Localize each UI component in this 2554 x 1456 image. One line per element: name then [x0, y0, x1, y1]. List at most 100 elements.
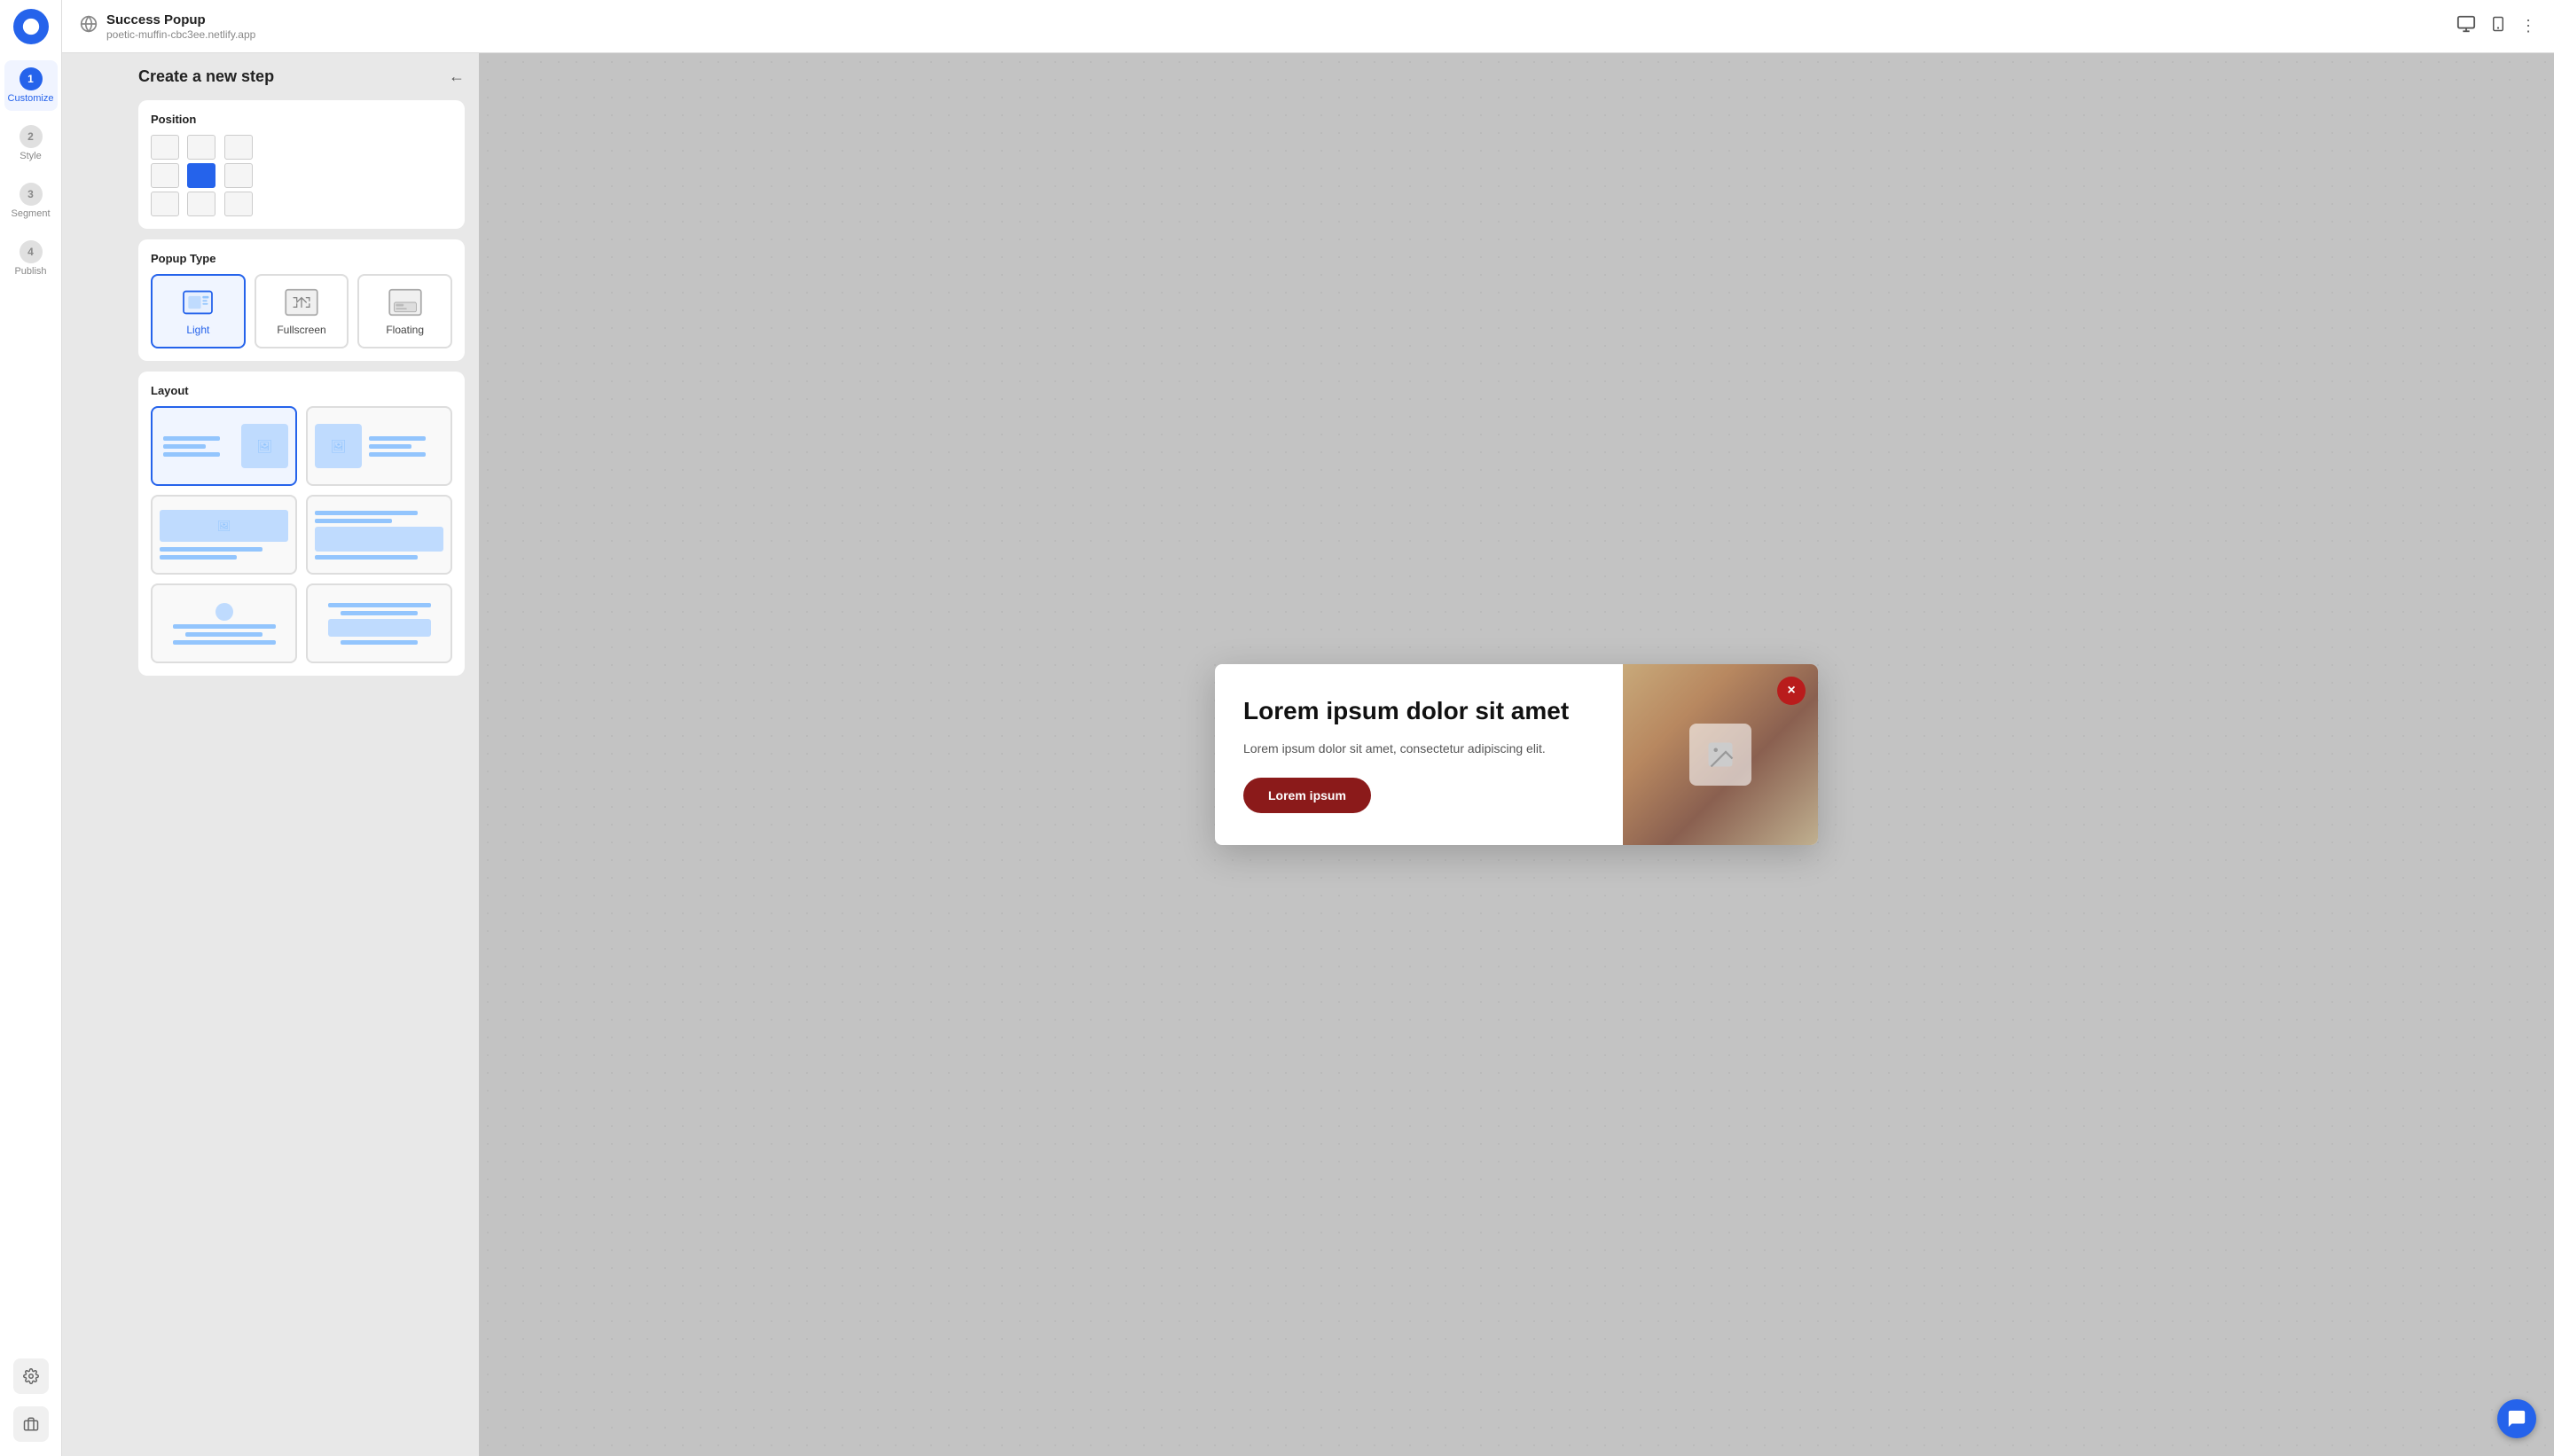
popup-body: Lorem ipsum dolor sit amet, consectetur … [1243, 739, 1594, 758]
popup-type-section: Popup Type Light [138, 239, 465, 361]
floating-icon [386, 286, 425, 318]
layout-line-14 [173, 640, 276, 645]
layout-line-7 [160, 547, 262, 552]
layout-card-3[interactable]: 🖼 [151, 495, 297, 575]
image-placeholder-icon-2: 🖼 [331, 439, 347, 454]
layout-line-10 [315, 519, 392, 523]
layout-card-2[interactable]: 🖼 [306, 406, 452, 486]
topbar-controls: ⋮ [2456, 14, 2536, 38]
layout-preview-6 [315, 603, 443, 645]
step-1-number: 1 [20, 67, 43, 90]
more-options-icon[interactable]: ⋮ [2520, 17, 2536, 35]
pos-top-left[interactable] [151, 135, 179, 160]
popup-overlay: × Lorem ipsum dolor sit amet Lorem ipsum… [479, 53, 2554, 1456]
layout-card-5[interactable] [151, 583, 297, 663]
step-2-number: 2 [20, 125, 43, 148]
globe-icon [80, 15, 98, 37]
layout-img-bottom [315, 527, 443, 552]
topbar-info: Success Popup poetic-muffin-cbc3ee.netli… [106, 12, 255, 41]
layout-img-top: 🖼 [160, 510, 288, 542]
left-panel: Create a new step ← Position Popup Type [124, 53, 479, 1456]
pos-top-right[interactable] [224, 135, 253, 160]
position-label: Position [151, 113, 452, 126]
fullscreen-icon [282, 286, 321, 318]
light-icon [178, 286, 217, 318]
sidebar-item-segment[interactable]: 3 Segment [4, 176, 58, 226]
popup-type-light[interactable]: Light [151, 274, 246, 348]
app-logo[interactable] [13, 9, 49, 44]
step-1-label: Customize [8, 93, 54, 104]
layout-line-17 [341, 640, 418, 645]
sidebar-item-style[interactable]: 2 Style [4, 118, 58, 168]
sidebar-item-publish[interactable]: 4 Publish [4, 233, 58, 284]
pos-mid-left[interactable] [151, 163, 179, 188]
settings-button[interactable] [13, 1358, 49, 1394]
layout-img-block-1: 🖼 [241, 424, 288, 468]
preview-area: × Lorem ipsum dolor sit amet Lorem ipsum… [479, 53, 2554, 1456]
layout-line-5 [369, 444, 411, 449]
layout-label: Layout [151, 384, 452, 397]
layout-text-block-2 [365, 424, 443, 468]
pos-bot-right[interactable] [224, 192, 253, 216]
chat-icon [2507, 1409, 2527, 1429]
position-section: Position [138, 100, 465, 229]
popup-type-floating-label: Floating [386, 324, 424, 336]
layout-card-6[interactable] [306, 583, 452, 663]
popup-left-section: Lorem ipsum dolor sit amet Lorem ipsum d… [1215, 664, 1623, 845]
layout-preview-2: 🖼 [315, 424, 443, 468]
layout-line-2 [163, 444, 206, 449]
pos-mid-right[interactable] [224, 163, 253, 188]
popup-modal: × Lorem ipsum dolor sit amet Lorem ipsum… [1215, 664, 1818, 845]
popup-type-fullscreen-label: Fullscreen [277, 324, 325, 336]
step-4-label: Publish [14, 266, 46, 277]
app-title: Success Popup [106, 12, 255, 27]
layout-line-13 [185, 632, 262, 637]
desktop-icon[interactable] [2456, 14, 2476, 38]
layout-img-block-2: 🖼 [315, 424, 362, 468]
sidebar-item-customize[interactable]: 1 Customize [4, 60, 58, 111]
layout-preview-4 [315, 511, 443, 560]
step-2-label: Style [20, 151, 41, 161]
layout-section: Layout 🖼 [138, 372, 465, 676]
pos-bot-center[interactable] [187, 192, 215, 216]
pos-mid-center[interactable] [187, 163, 215, 188]
step-4-number: 4 [20, 240, 43, 263]
panel-title: Create a new step [138, 67, 274, 86]
step-3-label: Segment [11, 208, 50, 219]
layout-line-1 [163, 436, 220, 441]
popup-close-button[interactable]: × [1777, 677, 1806, 705]
popup-type-floating[interactable]: Floating [357, 274, 452, 348]
position-grid [151, 135, 257, 216]
popup-cta-button[interactable]: Lorem ipsum [1243, 778, 1371, 813]
back-button[interactable]: ← [449, 67, 465, 86]
popup-type-light-label: Light [186, 324, 209, 336]
layout-text-block-1 [160, 424, 238, 468]
image-placeholder-icon-3: 🖼 [217, 520, 231, 532]
layout-line-11 [315, 555, 418, 560]
popup-heading: Lorem ipsum dolor sit amet [1243, 696, 1594, 726]
mobile-icon[interactable] [2490, 14, 2506, 38]
app-subtitle: poetic-muffin-cbc3ee.netlify.app [106, 28, 255, 41]
layout-line-15 [328, 603, 431, 607]
layout-line-6 [369, 452, 426, 457]
chat-button[interactable] [2497, 1399, 2536, 1438]
layout-card-4[interactable] [306, 495, 452, 575]
briefcase-button[interactable] [13, 1406, 49, 1442]
layout-line-8 [160, 555, 237, 560]
layout-preview-1: 🖼 [160, 424, 288, 468]
layout-line-16 [341, 611, 418, 615]
main-area: Create a new step ← Position Popup Type [124, 53, 2554, 1456]
popup-type-label: Popup Type [151, 252, 452, 265]
layout-line-12 [173, 624, 276, 629]
sidebar-nav: 1 Customize 2 Style 3 Segment 4 Publish [0, 0, 62, 1456]
step-3-number: 3 [20, 183, 43, 206]
pos-top-center[interactable] [187, 135, 215, 160]
topbar: Success Popup poetic-muffin-cbc3ee.netli… [62, 0, 2554, 53]
pos-bot-left[interactable] [151, 192, 179, 216]
layout-card-1[interactable]: 🖼 [151, 406, 297, 486]
layout-grid: 🖼 🖼 [151, 406, 452, 663]
layout-line-9 [315, 511, 418, 515]
popup-type-fullscreen[interactable]: Fullscreen [255, 274, 349, 348]
layout-preview-5 [160, 603, 288, 645]
layout-line-3 [163, 452, 220, 457]
